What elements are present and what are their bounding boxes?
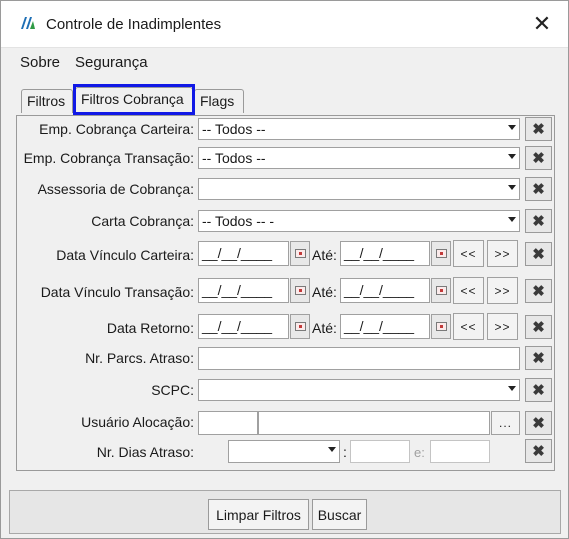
assessoria-cobranca-select[interactable] [198,178,520,200]
row-data-vinculo-transacao: Data Vínculo Transação: __/__/____ Até: … [1,277,568,305]
browse-usuario-button[interactable]: ... [491,411,520,435]
title-bar: Controle de Inadimplentes ✕ [1,1,568,47]
row-nr-parcs-atraso: Nr. Parcs. Atraso: ✖ [1,345,568,371]
row-assessoria-cobranca: Assessoria de Cobrança: ✖ [1,176,568,202]
next-period-button[interactable]: >> [487,277,518,304]
row-scpc: SCPC: ✖ [1,377,568,403]
calendar-icon[interactable] [290,314,310,339]
data-vinculo-carteira-to-input[interactable]: __/__/____ [340,241,430,266]
next-period-button[interactable]: >> [487,313,518,340]
row-usuario-alocacao: Usuário Alocação: ... ✖ [1,409,568,435]
usuario-alocacao-label: Usuário Alocação: [81,414,194,430]
row-emp-cobranca-carteira: Emp. Cobrança Carteira: -- Todos -- ✖ [1,116,568,142]
emp-cobranca-transacao-value: -- Todos -- [202,150,266,166]
emp-cobranca-carteira-value: -- Todos -- [202,121,266,137]
nr-dias-atraso-e-label: e: [414,445,425,460]
calendar-icon[interactable] [431,278,451,303]
data-vinculo-transacao-to-input[interactable]: __/__/____ [340,278,430,303]
nr-dias-atraso-colon: : [343,444,347,460]
calendar-icon[interactable] [290,278,310,303]
next-period-button[interactable]: >> [487,240,518,267]
calendar-icon[interactable] [431,241,451,266]
window-title: Controle de Inadimplentes [46,16,222,33]
calendar-icon[interactable] [290,241,310,266]
nr-parcs-atraso-label: Nr. Parcs. Atraso: [85,350,194,366]
tab-filtros-cobranca[interactable]: Filtros Cobrança [75,87,193,115]
data-vinculo-carteira-label: Data Vínculo Carteira: [56,247,194,263]
close-icon[interactable]: ✕ [528,11,556,37]
clear-nr-parcs-atraso-button[interactable]: ✖ [525,346,552,370]
usuario-alocacao-code-input[interactable] [198,411,258,435]
chevron-down-icon [508,185,516,190]
scpc-select[interactable] [198,379,520,401]
data-vinculo-transacao-from-input[interactable]: __/__/____ [198,278,289,303]
row-emp-cobranca-transacao: Emp. Cobrança Transação: -- Todos -- ✖ [1,145,568,171]
chevron-down-icon [508,125,516,130]
emp-cobranca-transacao-select[interactable]: -- Todos -- [198,147,520,169]
chevron-down-icon [508,154,516,159]
clear-nr-dias-atraso-button[interactable]: ✖ [525,439,552,463]
ate-label: Até: [312,320,337,336]
clear-usuario-alocacao-button[interactable]: ✖ [525,411,552,435]
clear-scpc-button[interactable]: ✖ [525,378,552,402]
clear-emp-cobranca-carteira-button[interactable]: ✖ [525,117,552,141]
prev-period-button[interactable]: << [453,240,484,267]
clear-assessoria-cobranca-button[interactable]: ✖ [525,177,552,201]
row-carta-cobranca: Carta Cobrança: -- Todos -- - ✖ [1,208,568,234]
action-bar: Limpar Filtros Buscar [9,490,561,534]
row-nr-dias-atraso: Nr. Dias Atraso: : e: ✖ [1,439,568,465]
row-data-vinculo-carteira: Data Vínculo Carteira: __/__/____ Até: _… [1,240,568,268]
nr-parcs-atraso-input[interactable] [198,347,520,370]
row-data-retorno: Data Retorno: __/__/____ Até: __/__/____… [1,313,568,341]
clear-data-vinculo-carteira-button[interactable]: ✖ [525,242,552,266]
ate-label: Até: [312,247,337,263]
clear-data-retorno-button[interactable]: ✖ [525,315,552,339]
app-logo-icon [21,17,35,29]
chevron-down-icon [508,217,516,222]
nr-dias-atraso-operator-select[interactable] [228,440,340,463]
nr-dias-atraso-to-input[interactable] [430,440,490,463]
scpc-label: SCPC: [151,382,194,398]
main-window: Controle de Inadimplentes ✕ Sobre Segura… [0,0,569,539]
tab-filtros[interactable]: Filtros [21,89,73,113]
carta-cobranca-label: Carta Cobrança: [91,213,194,229]
prev-period-button[interactable]: << [453,277,484,304]
assessoria-cobranca-label: Assessoria de Cobrança: [37,181,194,197]
emp-cobranca-carteira-label: Emp. Cobrança Carteira: [39,121,194,137]
data-vinculo-transacao-label: Data Vínculo Transação: [40,284,194,300]
clear-carta-cobranca-button[interactable]: ✖ [525,209,552,233]
nr-dias-atraso-from-input[interactable] [350,440,410,463]
data-vinculo-carteira-from-input[interactable]: __/__/____ [198,241,289,266]
tab-flags[interactable]: Flags [194,89,244,113]
ate-label: Até: [312,284,337,300]
usuario-alocacao-name-input[interactable] [258,411,490,435]
limpar-filtros-button[interactable]: Limpar Filtros [208,499,309,530]
data-retorno-label: Data Retorno: [106,320,194,336]
menu-sobre[interactable]: Sobre [20,54,60,71]
prev-period-button[interactable]: << [453,313,484,340]
carta-cobranca-select[interactable]: -- Todos -- - [198,210,520,232]
data-retorno-to-input[interactable]: __/__/____ [340,314,430,339]
emp-cobranca-carteira-select[interactable]: -- Todos -- [198,118,520,140]
clear-emp-cobranca-transacao-button[interactable]: ✖ [525,146,552,170]
tab-strip: Filtros Filtros Cobrança Flags [1,77,568,117]
data-retorno-from-input[interactable]: __/__/____ [198,314,289,339]
nr-dias-atraso-label: Nr. Dias Atraso: [96,444,194,460]
clear-data-vinculo-transacao-button[interactable]: ✖ [525,279,552,303]
chevron-down-icon [328,447,336,452]
chevron-down-icon [508,386,516,391]
menu-bar: Sobre Segurança [1,47,568,77]
emp-cobranca-transacao-label: Emp. Cobrança Transação: [23,150,194,166]
buscar-button[interactable]: Buscar [312,499,367,530]
carta-cobranca-value: -- Todos -- - [202,213,275,229]
calendar-icon[interactable] [431,314,451,339]
menu-seguranca[interactable]: Segurança [75,54,148,71]
